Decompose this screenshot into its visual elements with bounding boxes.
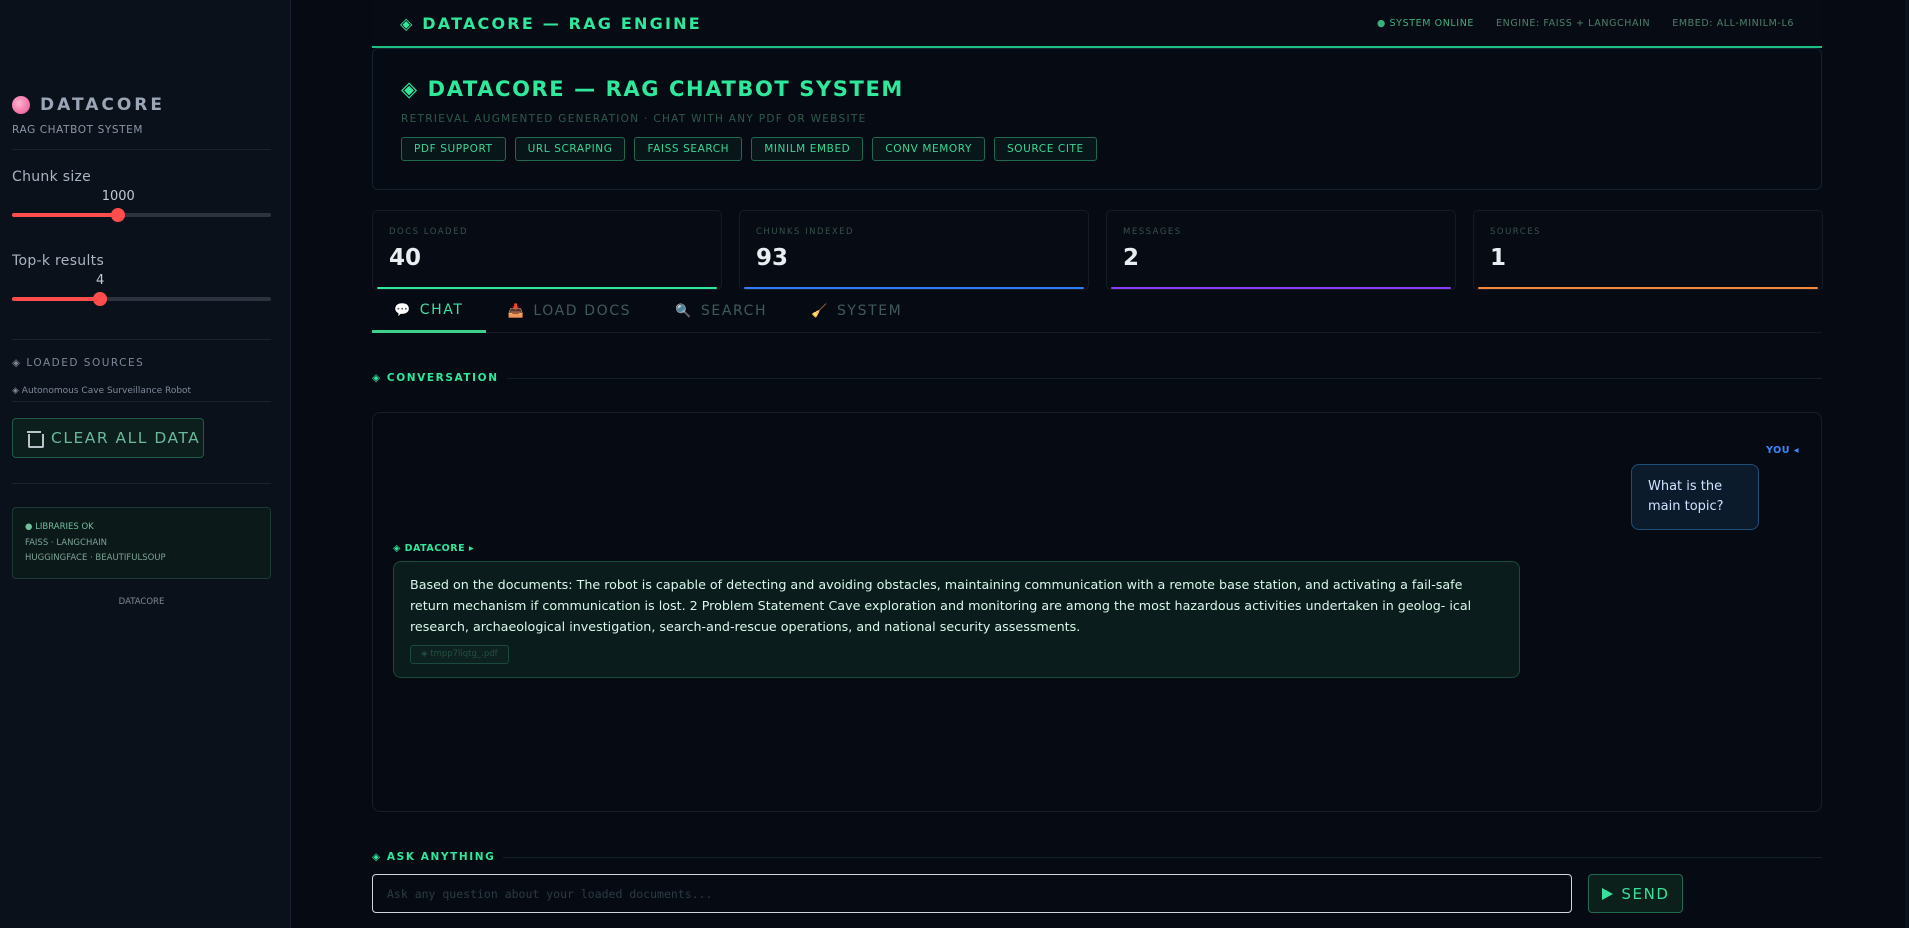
chat-bubble-icon: 💬 (394, 302, 412, 318)
stat-accent-bar (744, 287, 1084, 289)
page-scrollbar[interactable] (1905, 0, 1909, 928)
feature-tags: PDF SUPPORT URL SCRAPING FAISS SEARCH MI… (401, 137, 1793, 161)
clear-all-data-button[interactable]: CLEAR ALL DATA (12, 418, 204, 458)
engine-info: ENGINE: FAISS + LANGCHAIN (1496, 17, 1651, 29)
inbox-icon: 📥 (507, 303, 526, 319)
chunk-size-slider-thumb[interactable] (111, 208, 126, 222)
top-k-slider[interactable] (12, 292, 271, 306)
stat-value: 93 (756, 245, 789, 271)
divider (506, 377, 1822, 379)
ask-heading: ◈ ASK ANYTHING (372, 851, 1822, 863)
tab-label: CHAT (419, 302, 464, 318)
source-citation-chip[interactable]: ◈ tmpp7liqtg_.pdf (410, 645, 509, 664)
sidebar-footer: DATACORE (118, 597, 165, 607)
stat-label: CHUNKS INDEXED (756, 227, 855, 237)
divider (12, 483, 271, 484)
divider (12, 149, 271, 150)
brand: DATACORE (12, 95, 165, 115)
tab-system[interactable]: 🧹 SYSTEM (789, 290, 924, 332)
tab-load-docs[interactable]: 📥 LOAD DOCS (486, 290, 654, 332)
conversation-title: ◈ CONVERSATION (372, 372, 499, 384)
tab-label: SYSTEM (836, 303, 903, 319)
app-title: ◈ DATACORE — RAG ENGINE (400, 13, 702, 33)
stat-label: SOURCES (1490, 227, 1541, 237)
libraries-ok-status: ● LIBRARIES OK (25, 522, 94, 532)
user-label: YOU ◂ (1766, 445, 1799, 456)
status-libraries-line: FAISS · LANGCHAIN (25, 537, 108, 548)
top-bar: ◈ DATACORE — RAG ENGINE ● SYSTEM ONLINE … (372, 0, 1822, 48)
stat-value: 1 (1490, 245, 1507, 271)
tab-search[interactable]: 🔍 SEARCH (653, 290, 789, 332)
stat-label: MESSAGES (1123, 227, 1182, 237)
stat-label: DOCS LOADED (389, 227, 469, 237)
hero-title: ◈ DATACORE — RAG CHATBOT SYSTEM (401, 77, 904, 101)
tab-chat[interactable]: 💬 CHAT (372, 290, 486, 333)
brand-subtitle: RAG CHATBOT SYSTEM (12, 124, 144, 136)
feature-tag: PDF SUPPORT (401, 137, 506, 161)
divider (503, 856, 1822, 858)
feature-tag: URL SCRAPING (514, 137, 626, 161)
tab-label: LOAD DOCS (533, 303, 632, 319)
feature-tag: MINILM EMBED (751, 137, 864, 161)
brain-icon (12, 96, 30, 114)
top-k-label: Top-k results (12, 253, 105, 269)
ask-title: ◈ ASK ANYTHING (372, 851, 496, 863)
stat-accent-bar (1111, 287, 1451, 289)
stat-sources: SOURCES 1 (1473, 210, 1823, 290)
chunk-size-slider[interactable] (12, 208, 271, 222)
brand-title: DATACORE (40, 95, 166, 115)
hero-subtitle: RETRIEVAL AUGMENTED GENERATION · CHAT WI… (401, 113, 867, 125)
conversation-heading: ◈ CONVERSATION (372, 372, 1822, 384)
top-k-slider-thumb[interactable] (93, 292, 108, 306)
status-libraries-line: HUGGINGFACE · BEAUTIFULSOUP (25, 553, 166, 563)
bot-message: Based on the documents: The robot is cap… (393, 561, 1520, 678)
chunk-size-slider-fill (12, 213, 119, 217)
stat-accent-bar (377, 287, 717, 289)
library-status-box: ● LIBRARIES OK FAISS · LANGCHAIN HUGGING… (12, 507, 271, 579)
user-message: What is the main topic? (1631, 464, 1759, 530)
clear-all-data-label: CLEAR ALL DATA (51, 429, 201, 447)
send-button[interactable]: SEND (1588, 874, 1683, 913)
stat-docs-loaded: DOCS LOADED 40 (372, 210, 722, 290)
sidebar: DATACORE RAG CHATBOT SYSTEM Chunk size 1… (0, 0, 291, 928)
stat-chunks-indexed: CHUNKS INDEXED 93 (739, 210, 1089, 290)
system-meta: ● SYSTEM ONLINE ENGINE: FAISS + LANGCHAI… (1377, 18, 1794, 29)
stat-messages: MESSAGES 2 (1106, 210, 1456, 290)
hero-panel: ◈ DATACORE — RAG CHATBOT SYSTEM RETRIEVA… (372, 48, 1822, 190)
source-item: ◈ Autonomous Cave Surveillance Robot (12, 386, 192, 396)
stat-value: 40 (389, 245, 422, 271)
feature-tag: CONV MEMORY (872, 137, 985, 161)
bot-label: ◈ DATACORE ▸ (393, 543, 475, 554)
conversation-panel[interactable]: YOU ◂ What is the main topic? ◈ DATACORE… (372, 412, 1822, 812)
feature-tag: FAISS SEARCH (634, 137, 743, 161)
play-icon (1602, 887, 1614, 900)
divider (12, 339, 271, 340)
feature-tag: SOURCE CITE (994, 137, 1097, 161)
tab-label: SEARCH (700, 303, 768, 319)
stat-accent-bar (1478, 287, 1818, 289)
top-k-value: 4 (96, 273, 105, 288)
stat-value: 2 (1123, 245, 1140, 271)
send-label: SEND (1621, 884, 1670, 903)
broom-icon: 🧹 (811, 303, 829, 319)
loaded-sources-title: ◈ LOADED SOURCES (12, 357, 145, 369)
trash-icon (27, 430, 44, 448)
divider (12, 401, 271, 402)
chunk-size-label: Chunk size (12, 169, 92, 185)
top-k-slider-fill (12, 297, 101, 301)
question-input[interactable] (372, 874, 1572, 913)
embed-info: EMBED: ALL-MINILM-L6 (1672, 17, 1794, 29)
search-icon: 🔍 (675, 303, 693, 319)
bot-message-text: Based on the documents: The robot is cap… (410, 577, 1472, 634)
main-tabs: 💬 CHAT 📥 LOAD DOCS 🔍 SEARCH 🧹 SYSTEM (372, 290, 1822, 333)
system-online-status: ● SYSTEM ONLINE (1377, 17, 1475, 29)
chunk-size-value: 1000 (101, 189, 135, 204)
